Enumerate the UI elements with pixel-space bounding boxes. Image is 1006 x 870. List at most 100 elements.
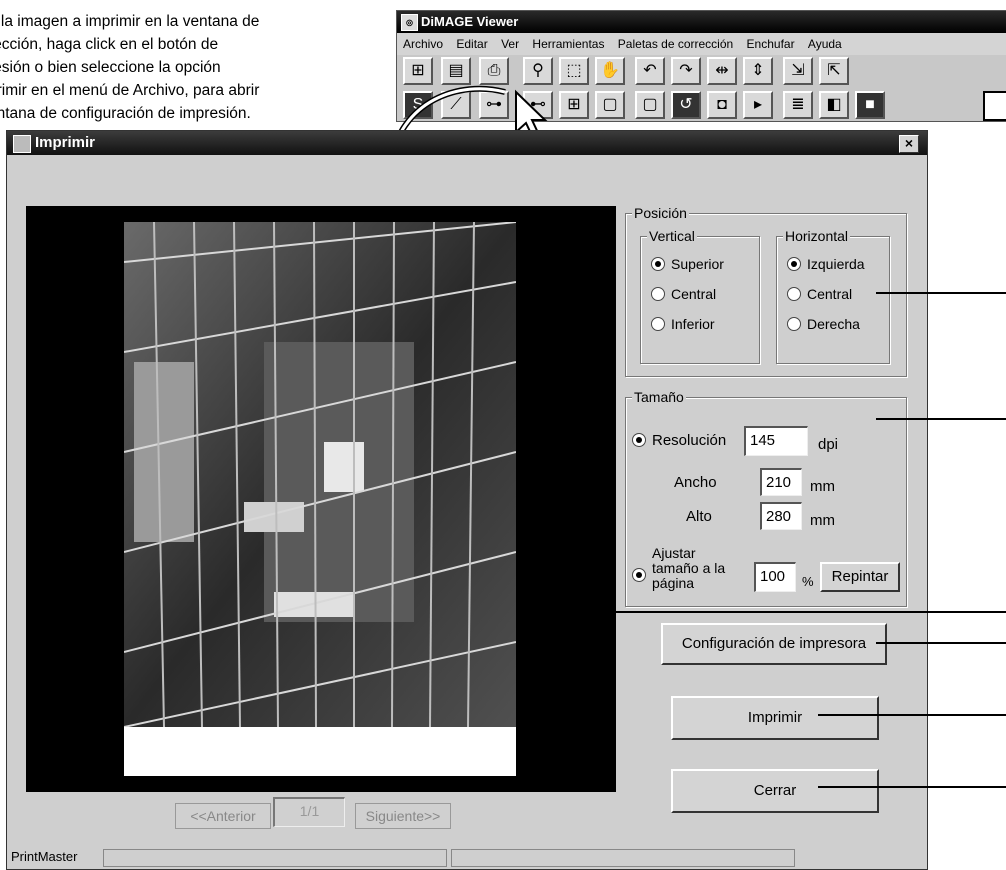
rotate-left-icon[interactable]: ↶ bbox=[635, 57, 665, 85]
radio-icon bbox=[651, 287, 665, 301]
vertical-label: Vertical bbox=[647, 228, 697, 244]
menu-archivo[interactable]: Archivo bbox=[403, 37, 443, 51]
position-group: Posición Vertical Superior Central Infer… bbox=[625, 205, 907, 377]
frame-2-icon[interactable]: ▢ bbox=[635, 91, 665, 119]
instruction-line: n la imagen a imprimir en la ventana de bbox=[0, 13, 260, 30]
list-icon[interactable]: ≣ bbox=[783, 91, 813, 119]
import-icon[interactable]: ⇱ bbox=[819, 57, 849, 85]
layers-icon[interactable]: ◧ bbox=[819, 91, 849, 119]
instruction-line: resión o bien seleccione la opción bbox=[0, 59, 221, 76]
radio-icon bbox=[787, 287, 801, 301]
viewer-title: DiMAGE Viewer bbox=[421, 14, 519, 29]
radio-selected-icon bbox=[632, 568, 646, 582]
callout-line bbox=[876, 292, 1006, 294]
radio-label: Izquierda bbox=[807, 256, 865, 272]
print-button[interactable]: Imprimir bbox=[671, 696, 879, 740]
callout-line bbox=[876, 642, 1006, 644]
callout-line bbox=[556, 611, 1006, 613]
overlay-icon[interactable]: ■ bbox=[855, 91, 885, 119]
radio-label: Central bbox=[807, 286, 853, 302]
radio-inferior[interactable]: Inferior bbox=[651, 315, 715, 333]
menu-editar[interactable]: Editar bbox=[456, 37, 487, 51]
menu-ver[interactable]: Ver bbox=[501, 37, 519, 51]
close-button[interactable]: Cerrar bbox=[671, 769, 879, 813]
radio-derecha[interactable]: Derecha bbox=[787, 315, 860, 333]
next-button[interactable]: Siguiente>> bbox=[355, 803, 451, 829]
width-unit: mm bbox=[810, 478, 835, 495]
radio-central-horizontal[interactable]: Central bbox=[787, 285, 852, 303]
radio-selected-icon bbox=[632, 433, 646, 447]
callout-line bbox=[818, 786, 1006, 788]
menu-paletas[interactable]: Paletas de corrección bbox=[618, 37, 733, 51]
radio-label: Superior bbox=[671, 256, 724, 272]
instruction-line: entana de configuración de impresión. bbox=[0, 105, 251, 122]
callout-line bbox=[818, 714, 1006, 716]
minolta-logo-icon: ◎ bbox=[401, 14, 418, 31]
resolution-field[interactable]: 145 bbox=[744, 426, 808, 456]
printer-setup-button[interactable]: Configuración de impresora bbox=[661, 623, 887, 665]
page-indicator: 1/1 bbox=[273, 797, 345, 827]
print-dialog: Imprimir × Posición Vertical Superior Ce… bbox=[6, 130, 928, 870]
select-icon[interactable]: ⬚ bbox=[559, 57, 589, 85]
menu-herramientas[interactable]: Herramientas bbox=[532, 37, 604, 51]
close-icon[interactable]: × bbox=[899, 135, 919, 153]
page-preview bbox=[124, 222, 516, 776]
hand-icon[interactable]: ✋ bbox=[595, 57, 625, 85]
vertical-group: Vertical Superior Central Inferior bbox=[640, 228, 760, 364]
camera-icon[interactable]: ◘ bbox=[707, 91, 737, 119]
dialog-title: Imprimir bbox=[35, 134, 96, 151]
fit-label-line: tamaño a la bbox=[652, 560, 726, 576]
fit-page-label: Ajustar tamaño a la página bbox=[652, 546, 725, 591]
horizontal-label: Horizontal bbox=[783, 228, 851, 244]
instruction-text: n la imagen a imprimir en la ventana de … bbox=[0, 10, 370, 125]
status-text: PrintMaster bbox=[11, 849, 78, 864]
status-bar: PrintMaster bbox=[7, 847, 927, 869]
viewer-title-bar: ◎ DiMAGE Viewer bbox=[397, 11, 1006, 33]
percent-unit: % bbox=[802, 574, 814, 589]
size-group: Tamaño Resolución 145 dpi Ancho 210 mm A… bbox=[625, 389, 907, 607]
dpi-unit: dpi bbox=[818, 436, 839, 453]
grid-icon[interactable]: ⊞ bbox=[559, 91, 589, 119]
flip-vertical-icon[interactable]: ⇕ bbox=[743, 57, 773, 85]
radio-resolution[interactable]: Resolución bbox=[632, 432, 726, 450]
fit-label-line: Ajustar bbox=[652, 545, 696, 561]
dialog-title-bar: Imprimir × bbox=[7, 131, 927, 155]
menu-enchufar[interactable]: Enchufar bbox=[747, 37, 795, 51]
radio-izquierda[interactable]: Izquierda bbox=[787, 255, 865, 273]
building-photo bbox=[124, 222, 516, 727]
fit-percent-field[interactable]: 100 bbox=[754, 562, 796, 592]
export-icon[interactable]: ⇲ bbox=[783, 57, 813, 85]
menu-ayuda[interactable]: Ayuda bbox=[808, 37, 842, 51]
print-preview bbox=[26, 206, 616, 792]
width-field[interactable]: 210 bbox=[760, 468, 802, 496]
filmstrip-icon[interactable] bbox=[983, 91, 1006, 121]
dialog-app-icon bbox=[13, 135, 31, 153]
undo-icon[interactable]: ↺ bbox=[671, 91, 701, 119]
height-unit: mm bbox=[810, 512, 835, 529]
doc-icon[interactable]: ▸ bbox=[743, 91, 773, 119]
previous-button[interactable]: <<Anterior bbox=[175, 803, 271, 829]
frame-icon[interactable]: ▢ bbox=[595, 91, 625, 119]
radio-superior[interactable]: Superior bbox=[651, 255, 724, 273]
radio-selected-icon bbox=[787, 257, 801, 271]
width-label: Ancho bbox=[674, 474, 717, 491]
flip-horizontal-icon[interactable]: ⇹ bbox=[707, 57, 737, 85]
radio-icon bbox=[787, 317, 801, 331]
size-label: Tamaño bbox=[632, 389, 686, 405]
status-pane bbox=[103, 849, 447, 867]
repaint-button[interactable]: Repintar bbox=[820, 562, 900, 592]
instruction-line: rección, haga click en el botón de bbox=[0, 36, 219, 53]
radio-central-vertical[interactable]: Central bbox=[651, 285, 716, 303]
instruction-line: primir en el menú de Archivo, para abrir bbox=[0, 82, 260, 99]
height-field[interactable]: 280 bbox=[760, 502, 802, 530]
radio-icon bbox=[651, 317, 665, 331]
fit-label-line: página bbox=[652, 575, 695, 591]
radio-selected-icon bbox=[651, 257, 665, 271]
radio-label: Derecha bbox=[807, 316, 860, 332]
position-label: Posición bbox=[632, 205, 689, 221]
resolution-label: Resolución bbox=[652, 432, 727, 449]
callout-line bbox=[876, 418, 1006, 420]
radio-fit-page[interactable] bbox=[632, 566, 652, 584]
radio-label: Inferior bbox=[671, 316, 715, 332]
rotate-right-icon[interactable]: ↷ bbox=[671, 57, 701, 85]
